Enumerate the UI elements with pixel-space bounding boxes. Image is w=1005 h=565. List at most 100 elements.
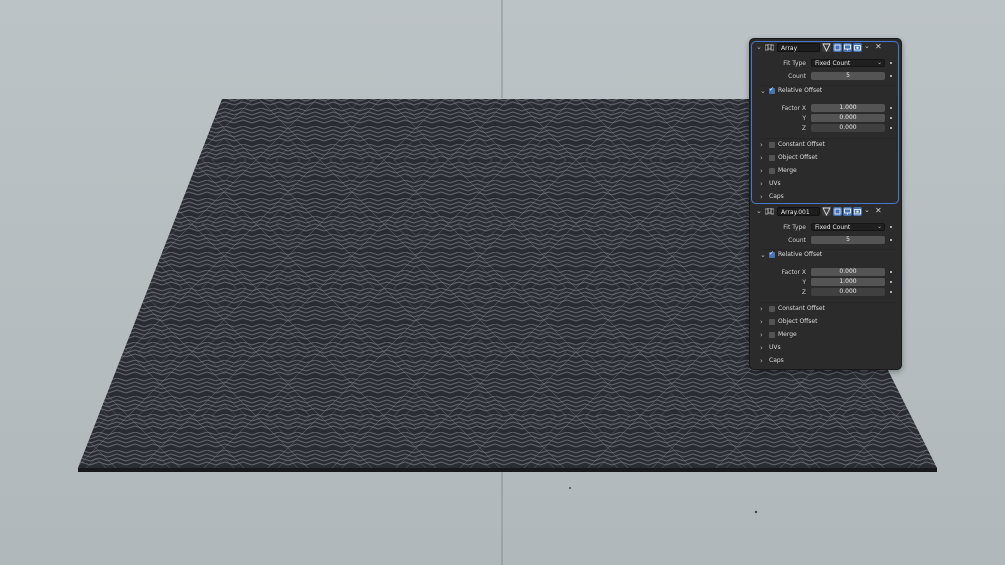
keyframe-dot-icon[interactable] xyxy=(890,75,892,77)
factor-z-field[interactable]: 0.000 xyxy=(811,288,885,296)
relative-offset-checkbox[interactable]: ✓ xyxy=(769,86,775,94)
count-label: Count xyxy=(788,237,806,244)
keyframe-dot-icon[interactable] xyxy=(890,127,892,129)
factor-y-label: Y xyxy=(802,279,806,286)
chevron-down-icon[interactable]: ⌄ xyxy=(756,43,762,51)
constant-offset-checkbox[interactable] xyxy=(769,306,775,312)
object-offset-subpanel[interactable]: › Object Offset xyxy=(760,153,896,163)
chevron-down-icon[interactable]: ⌄ xyxy=(756,207,762,215)
wrench-icon xyxy=(765,208,774,215)
uvs-subpanel[interactable]: › UVs xyxy=(760,343,896,353)
constant-offset-label: Constant Offset xyxy=(778,141,825,148)
count-field[interactable]: 5 xyxy=(811,72,885,80)
camera-icon[interactable] xyxy=(853,43,862,52)
modifier-name-field[interactable]: Array.001 xyxy=(777,207,820,216)
relative-offset-label: Relative Offset xyxy=(778,251,823,258)
modifier-properties-panel: ⌄ Array ⌄ ✕ Fit Type Fixed Count ⌄ Count… xyxy=(749,38,902,370)
count-field[interactable]: 5 xyxy=(811,236,885,244)
factor-x-label: Factor X xyxy=(781,105,806,112)
keyframe-dot-icon[interactable] xyxy=(890,107,892,109)
fit-type-label: Fit Type xyxy=(783,60,806,67)
keyframe-dot-icon[interactable] xyxy=(890,271,892,273)
array-001-modifier-panel: ⌄ Array.001 ⌄ ✕ Fit Type Fixed Count ⌄ C… xyxy=(752,206,898,367)
chevron-right-icon[interactable]: › xyxy=(760,304,763,314)
keyframe-dot-icon[interactable] xyxy=(890,291,892,293)
chevron-down-icon[interactable]: ⌄ xyxy=(760,86,766,96)
fit-type-dropdown[interactable]: Fixed Count ⌄ xyxy=(811,223,885,231)
chevron-right-icon[interactable]: › xyxy=(760,317,763,327)
factor-z-field[interactable]: 0.000 xyxy=(811,124,885,132)
chevron-right-icon[interactable]: › xyxy=(760,140,763,150)
edit-mode-icon[interactable] xyxy=(822,43,831,53)
dropdown-icon[interactable]: ⌄ xyxy=(864,42,870,50)
object-offset-checkbox[interactable] xyxy=(769,155,775,161)
uvs-subpanel[interactable]: › UVs xyxy=(760,179,896,189)
caps-subpanel[interactable]: › Caps xyxy=(760,192,896,202)
factor-z-label: Z xyxy=(801,289,806,296)
modifier-name-field[interactable]: Array xyxy=(777,43,820,52)
monitor-icon[interactable] xyxy=(843,207,852,216)
merge-label: Merge xyxy=(778,167,797,174)
keyframe-dot-icon[interactable] xyxy=(890,62,892,64)
close-icon[interactable]: ✕ xyxy=(875,42,882,51)
factor-x-field[interactable]: 0.000 xyxy=(811,268,885,276)
chevron-right-icon[interactable]: › xyxy=(760,153,763,163)
chevron-right-icon[interactable]: › xyxy=(760,356,763,366)
relative-offset-subpanel[interactable]: ⌄ ✓ Relative Offset xyxy=(760,86,896,96)
factor-x-label: Factor X xyxy=(781,269,806,276)
constant-offset-label: Constant Offset xyxy=(778,305,825,312)
keyframe-dot-icon[interactable] xyxy=(890,226,892,228)
merge-checkbox[interactable] xyxy=(769,332,775,338)
edit-mode-icon[interactable] xyxy=(822,207,831,217)
monitor-icon[interactable] xyxy=(843,43,852,52)
chevron-down-icon: ⌄ xyxy=(876,59,882,66)
merge-subpanel[interactable]: › Merge xyxy=(760,166,896,176)
caps-label: Caps xyxy=(769,193,784,200)
keyframe-dot-icon[interactable] xyxy=(890,239,892,241)
object-offset-checkbox[interactable] xyxy=(769,319,775,325)
caps-subpanel[interactable]: › Caps xyxy=(760,356,896,366)
keyframe-dot-icon[interactable] xyxy=(890,117,892,119)
relative-offset-subpanel[interactable]: ⌄ ✓ Relative Offset xyxy=(760,250,896,260)
modifier-header[interactable]: ⌄ Array ⌄ ✕ xyxy=(752,42,898,53)
on-cage-icon[interactable] xyxy=(833,207,842,216)
close-icon[interactable]: ✕ xyxy=(875,206,882,215)
relative-offset-checkbox[interactable]: ✓ xyxy=(769,250,775,258)
chevron-right-icon[interactable]: › xyxy=(760,343,763,353)
uvs-label: UVs xyxy=(769,180,781,187)
constant-offset-checkbox[interactable] xyxy=(769,142,775,148)
merge-label: Merge xyxy=(778,331,797,338)
caps-label: Caps xyxy=(769,357,784,364)
divider xyxy=(760,138,896,139)
constant-offset-subpanel[interactable]: › Constant Offset xyxy=(760,304,896,314)
chevron-down-icon[interactable]: ⌄ xyxy=(760,250,766,260)
fit-type-value: Fixed Count xyxy=(815,60,851,67)
factor-x-field[interactable]: 1.000 xyxy=(811,104,885,112)
fit-type-value: Fixed Count xyxy=(815,224,851,231)
factor-y-field[interactable]: 0.000 xyxy=(811,114,885,122)
chevron-right-icon[interactable]: › xyxy=(760,179,763,189)
dropdown-icon[interactable]: ⌄ xyxy=(864,206,870,214)
wrench-icon xyxy=(765,44,774,51)
object-offset-subpanel[interactable]: › Object Offset xyxy=(760,317,896,327)
merge-subpanel[interactable]: › Merge xyxy=(760,330,896,340)
chevron-right-icon[interactable]: › xyxy=(760,330,763,340)
check-icon: ✓ xyxy=(769,250,775,257)
fit-type-dropdown[interactable]: Fixed Count ⌄ xyxy=(811,59,885,67)
constant-offset-subpanel[interactable]: › Constant Offset xyxy=(760,140,896,150)
uvs-label: UVs xyxy=(769,344,781,351)
on-cage-icon[interactable] xyxy=(833,43,842,52)
factor-y-field[interactable]: 1.000 xyxy=(811,278,885,286)
check-icon: ✓ xyxy=(769,86,775,93)
array-modifier-panel: ⌄ Array ⌄ ✕ Fit Type Fixed Count ⌄ Count… xyxy=(751,41,899,204)
chevron-down-icon: ⌄ xyxy=(876,223,882,230)
merge-checkbox[interactable] xyxy=(769,168,775,174)
camera-icon[interactable] xyxy=(853,207,862,216)
object-offset-label: Object Offset xyxy=(778,154,818,161)
divider xyxy=(760,302,896,303)
chevron-right-icon[interactable]: › xyxy=(760,166,763,176)
count-label: Count xyxy=(788,73,806,80)
modifier-header[interactable]: ⌄ Array.001 ⌄ ✕ xyxy=(752,206,898,217)
chevron-right-icon[interactable]: › xyxy=(760,192,763,202)
keyframe-dot-icon[interactable] xyxy=(890,281,892,283)
